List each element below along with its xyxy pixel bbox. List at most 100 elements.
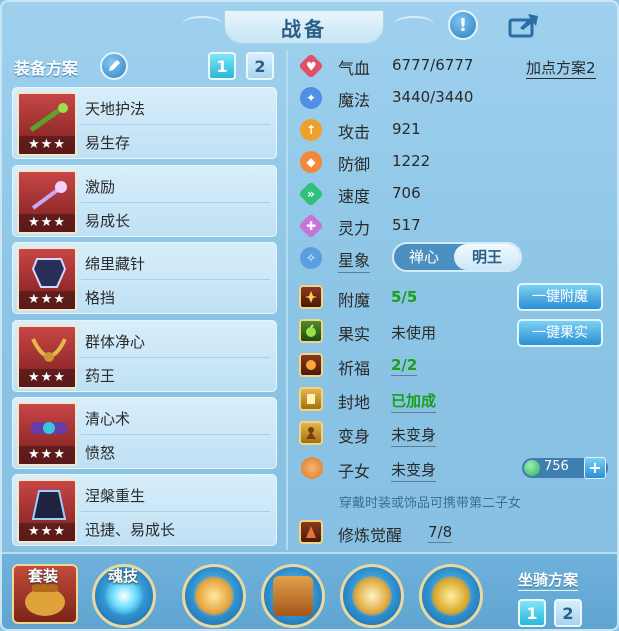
skill-trait: 药王 — [85, 367, 116, 385]
dancer-icon — [194, 576, 234, 616]
star-rating: ★★★ — [19, 291, 75, 309]
skill-trait: 迅捷、易成长 — [85, 521, 176, 539]
stat-label: 速度 — [338, 187, 371, 206]
mount-slot-2[interactable] — [261, 564, 325, 628]
skill-trait: 易生存 — [85, 134, 131, 152]
star-sign-toggle[interactable]: 禅心 明王 — [392, 242, 522, 272]
star-sign-label[interactable]: 星象 — [338, 247, 371, 273]
skill-card[interactable]: ★★★ 激励 易成长 — [12, 165, 277, 237]
title-ornament-left — [182, 16, 222, 32]
skill-name: 涅槃重生 — [85, 487, 146, 505]
golden-figure-icon — [431, 576, 471, 616]
robe-icon — [31, 490, 67, 520]
mount-slot-3[interactable] — [340, 564, 404, 628]
awaken-value[interactable]: 7/8 — [428, 523, 453, 543]
auto-enchant-button[interactable]: 一键附魔 — [517, 283, 603, 311]
stat-label: 灵力 — [338, 219, 371, 238]
enchant-value: 5/5 — [391, 288, 418, 306]
tab-soul-label: 魂技 — [108, 567, 139, 585]
skill-card[interactable]: ★★★ 群体净心 药王 — [12, 320, 277, 392]
skill-card[interactable]: ★★★ 绵里藏针 格挡 — [12, 242, 277, 314]
stat-value: 921 — [392, 120, 421, 138]
stat-label: 气血 — [338, 59, 371, 78]
stat-value: 6777/6777 — [392, 56, 474, 74]
stat-label: 魔法 — [338, 91, 371, 110]
equip-plan-1-button[interactable]: 1 — [208, 52, 236, 80]
fruit-label: 果实 — [338, 325, 371, 344]
share-button[interactable] — [507, 10, 541, 40]
mount-plan-label: 坐骑方案 — [518, 571, 579, 591]
exclamation-icon: ! — [458, 14, 468, 36]
spirit-icon: ✚ — [298, 213, 324, 239]
seal-value[interactable]: 已加成 — [391, 390, 437, 413]
stat-label: 防御 — [338, 155, 371, 174]
belt-icon — [31, 422, 67, 434]
skill-card[interactable]: ★★★ 清心术 愤怒 — [12, 397, 277, 469]
skill-trait: 格挡 — [85, 289, 116, 307]
mount-plan-2-button[interactable]: 2 — [554, 599, 582, 627]
child-label: 子女 — [338, 462, 371, 481]
mount-plan-1-button[interactable]: 1 — [518, 599, 546, 627]
divider — [81, 279, 270, 280]
stat-value: 517 — [392, 216, 421, 234]
mount-slot-4[interactable] — [419, 564, 483, 628]
child-value[interactable]: 未变身 — [391, 459, 437, 482]
star-rating: ★★★ — [19, 446, 75, 464]
fruit-icon — [299, 319, 323, 343]
bless-label: 祈福 — [338, 359, 371, 378]
defense-icon: ◆ — [300, 151, 322, 173]
armor-icon — [31, 258, 67, 288]
skill-trait: 易成长 — [85, 212, 131, 230]
bless-value[interactable]: 2/2 — [391, 356, 418, 376]
add-currency-button[interactable]: + — [584, 457, 606, 479]
equipment-panel: 战备 ! 装备方案 1 2 ★★★ 天地护法 易生存 ★★★ 激励 易成长 ★★… — [0, 0, 619, 631]
skill-card[interactable]: ★★★ 涅槃重生 迅捷、易成长 — [12, 474, 277, 546]
fruit-value: 未使用 — [391, 324, 437, 342]
skill-name: 群体净心 — [85, 333, 146, 351]
currency-amount: 756 — [544, 459, 569, 474]
skill-trait: 愤怒 — [85, 444, 116, 462]
skill-card[interactable]: ★★★ 天地护法 易生存 — [12, 87, 277, 159]
auto-fruit-button[interactable]: 一键果实 — [517, 319, 603, 347]
equip-plan-2-button[interactable]: 2 — [246, 52, 274, 80]
skill-name: 天地护法 — [85, 100, 146, 118]
skill-icon: ★★★ — [17, 170, 77, 234]
seal-icon — [299, 387, 323, 411]
tab-suit-label: 套装 — [28, 567, 59, 585]
gem-icon — [524, 460, 540, 476]
point-plan-link[interactable]: 加点方案2 — [526, 57, 596, 79]
warrior-icon — [352, 576, 392, 616]
divider — [81, 434, 270, 435]
divider — [81, 124, 270, 125]
heart-icon: ♥ — [298, 53, 324, 79]
enchant-label: 附魔 — [338, 291, 371, 310]
star-rating: ★★★ — [19, 523, 75, 541]
transform-value[interactable]: 未变身 — [391, 424, 437, 447]
pencil-icon — [109, 60, 120, 71]
stat-label: 攻击 — [338, 123, 371, 142]
enchant-icon — [299, 285, 323, 309]
seal-label: 封地 — [338, 393, 371, 412]
wand-icon — [31, 181, 67, 210]
divider — [81, 511, 270, 512]
star-option-mingwang[interactable]: 明王 — [454, 244, 520, 270]
transform-label: 变身 — [338, 427, 371, 446]
title-ornament-right — [394, 16, 434, 32]
page-title: 战备 — [281, 16, 327, 41]
transform-icon — [299, 421, 323, 445]
stat-value: 3440/3440 — [392, 88, 474, 106]
child-hint: 穿戴时装或饰品可携带第二子女 — [339, 496, 522, 511]
star-option-chanxin[interactable]: 禅心 — [394, 244, 454, 270]
mount-slot-1[interactable] — [182, 564, 246, 628]
attack-icon: ↑ — [300, 119, 322, 141]
star-rating: ★★★ — [19, 369, 75, 387]
info-button[interactable]: ! — [448, 10, 478, 40]
skill-name: 激励 — [85, 178, 116, 196]
edit-plan-button[interactable] — [100, 52, 128, 80]
vertical-divider — [286, 50, 288, 550]
magic-icon: ✦ — [300, 87, 322, 109]
speed-icon: » — [298, 181, 324, 207]
star-sign-icon: ✧ — [300, 247, 322, 269]
star-rating: ★★★ — [19, 136, 75, 154]
title-plate: 战备 — [224, 10, 384, 44]
